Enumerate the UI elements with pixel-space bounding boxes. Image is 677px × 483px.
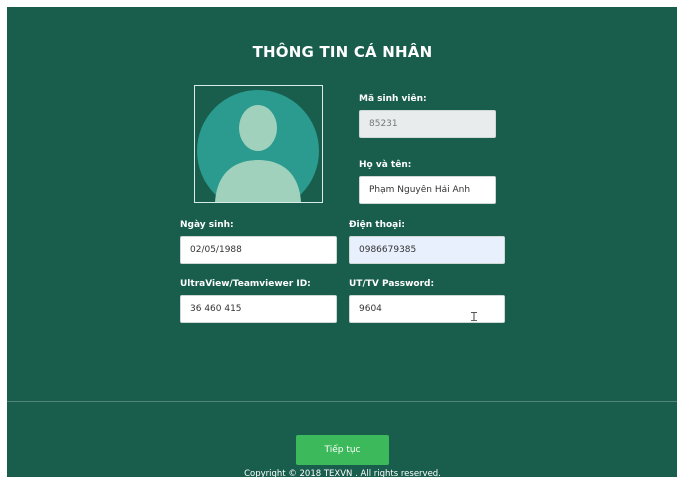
remote-id-field[interactable]: [180, 295, 337, 323]
phone-field[interactable]: [349, 236, 505, 264]
user-silhouette-icon: [215, 105, 301, 202]
copyright-text: Copyright © 2018 TEXVN . All rights rese…: [244, 469, 441, 479]
remote-id-label: UltraView/Teamviewer ID:: [180, 279, 311, 289]
birth-date-field[interactable]: [180, 236, 337, 264]
text-cursor-icon: Ｉ: [468, 310, 481, 324]
continue-button[interactable]: Tiếp tục: [296, 435, 389, 465]
student-id-field[interactable]: [359, 110, 496, 138]
avatar-circle: [197, 90, 319, 202]
page-title: THÔNG TIN CÁ NHÂN: [252, 43, 433, 61]
full-name-field[interactable]: [359, 176, 496, 204]
birth-date-label: Ngày sinh:: [180, 220, 234, 230]
avatar: [194, 85, 323, 203]
profile-panel: THÔNG TIN CÁ NHÂN Mã sinh viên: Họ và tê…: [7, 7, 677, 479]
remote-password-field[interactable]: [349, 295, 505, 323]
full-name-label: Họ và tên:: [359, 160, 412, 170]
remote-password-label: UT/TV Password:: [349, 279, 435, 289]
phone-label: Điện thoại:: [349, 220, 405, 230]
divider: [7, 401, 677, 402]
student-id-label: Mã sinh viên:: [359, 94, 427, 104]
